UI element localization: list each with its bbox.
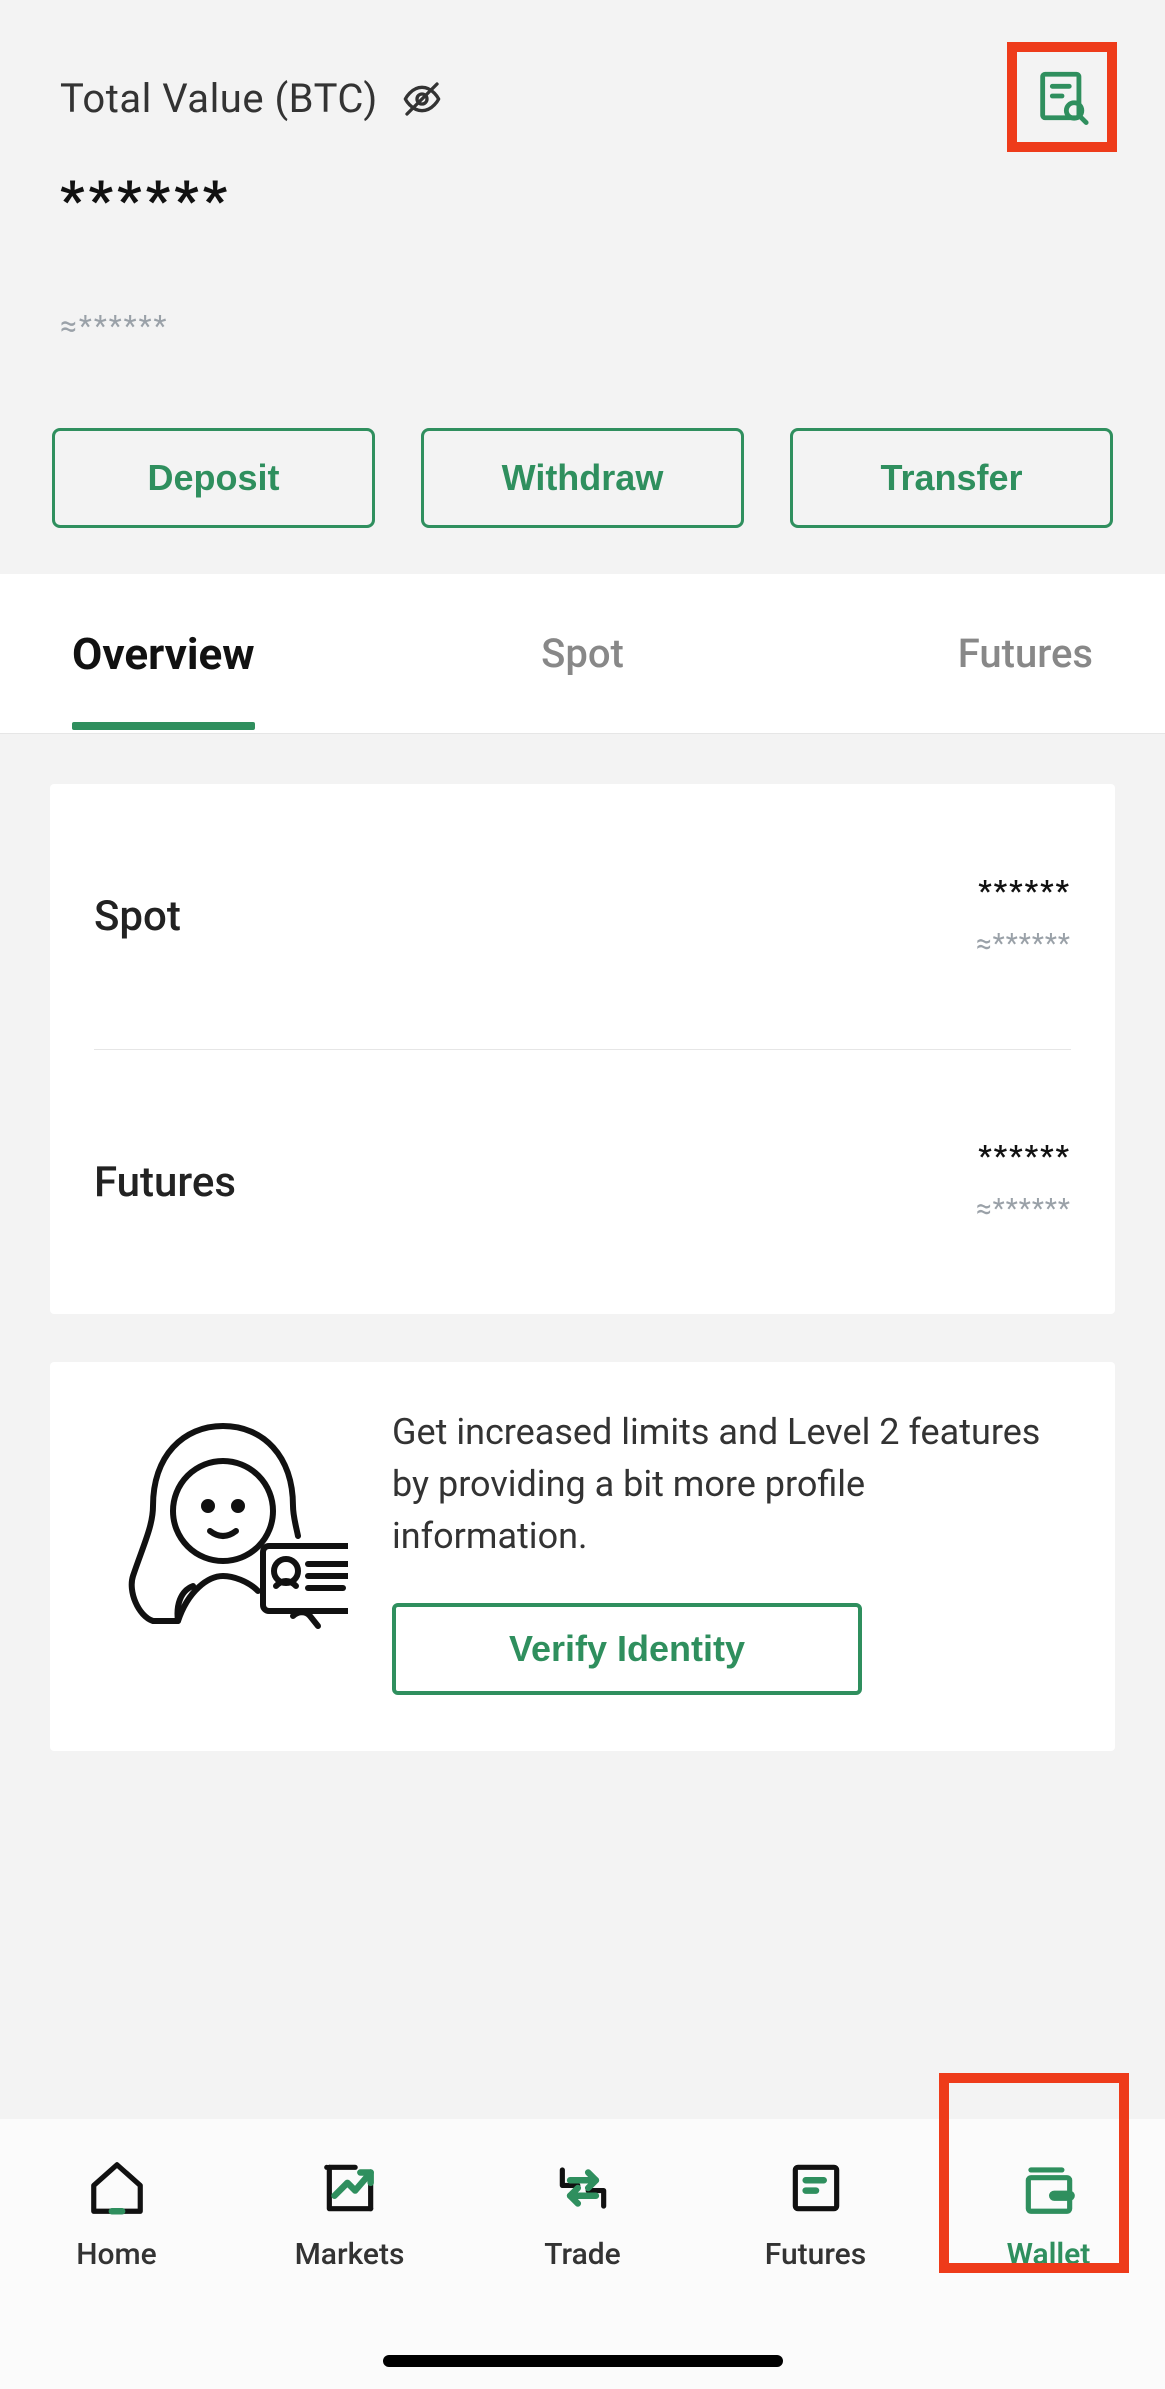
wallet-actions-row: Deposit Withdraw Transfer — [0, 384, 1165, 574]
document-search-icon — [1033, 67, 1091, 128]
total-value-approx: ≈****** — [60, 309, 1105, 344]
balance-values: ****** ≈****** — [976, 1139, 1071, 1225]
kyc-illustration-icon — [98, 1416, 348, 1636]
deposit-button[interactable]: Deposit — [52, 428, 375, 528]
total-value-amount: ****** — [60, 170, 1105, 233]
balance-values: ****** ≈****** — [976, 874, 1071, 960]
futures-icon — [785, 2157, 847, 2223]
balances-card: Spot ****** ≈****** Futures ****** ≈****… — [50, 784, 1115, 1314]
trade-icon — [552, 2157, 614, 2223]
total-value-label: Total Value (BTC) — [60, 75, 378, 122]
tab-spot[interactable]: Spot — [541, 630, 624, 677]
balance-row-futures[interactable]: Futures ****** ≈****** — [94, 1049, 1071, 1314]
tab-overview[interactable]: Overview — [72, 628, 255, 680]
nav-trade[interactable]: Trade — [488, 2157, 678, 2272]
home-indicator — [383, 2355, 783, 2367]
nav-home[interactable]: Home — [22, 2157, 212, 2272]
balance-amount: ****** — [976, 1139, 1071, 1174]
nav-markets[interactable]: Markets — [255, 2157, 445, 2272]
bottom-navigation: Home Markets — [0, 2119, 1165, 2389]
transaction-history-button[interactable] — [1007, 42, 1117, 152]
withdraw-button[interactable]: Withdraw — [421, 428, 744, 528]
home-icon — [86, 2157, 148, 2223]
balance-label: Futures — [94, 1158, 236, 1207]
verify-identity-text: Get increased limits and Level 2 feature… — [392, 1406, 1067, 1563]
wallet-icon — [1018, 2157, 1080, 2223]
nav-label: Home — [76, 2237, 157, 2272]
nav-label: Markets — [295, 2237, 405, 2272]
eye-off-icon[interactable] — [402, 79, 442, 119]
nav-label: Trade — [544, 2237, 620, 2272]
tab-futures[interactable]: Futures — [958, 630, 1093, 677]
nav-futures[interactable]: Futures — [721, 2157, 911, 2272]
nav-label: Futures — [765, 2237, 866, 2272]
transfer-button[interactable]: Transfer — [790, 428, 1113, 528]
verify-identity-button[interactable]: Verify Identity — [392, 1603, 862, 1695]
balance-approx: ≈****** — [976, 1192, 1071, 1225]
markets-icon — [319, 2157, 381, 2223]
verify-identity-card: Get increased limits and Level 2 feature… — [50, 1362, 1115, 1751]
balance-label: Spot — [94, 892, 181, 941]
balance-approx: ≈****** — [976, 927, 1071, 960]
wallet-header: Total Value (BTC) ****** ≈****** — [0, 0, 1165, 384]
wallet-tabs: Overview Spot Futures — [0, 574, 1165, 734]
balance-amount: ****** — [976, 874, 1071, 909]
nav-label: Wallet — [1007, 2237, 1091, 2272]
balance-row-spot[interactable]: Spot ****** ≈****** — [94, 784, 1071, 1049]
nav-wallet[interactable]: Wallet — [954, 2157, 1144, 2272]
